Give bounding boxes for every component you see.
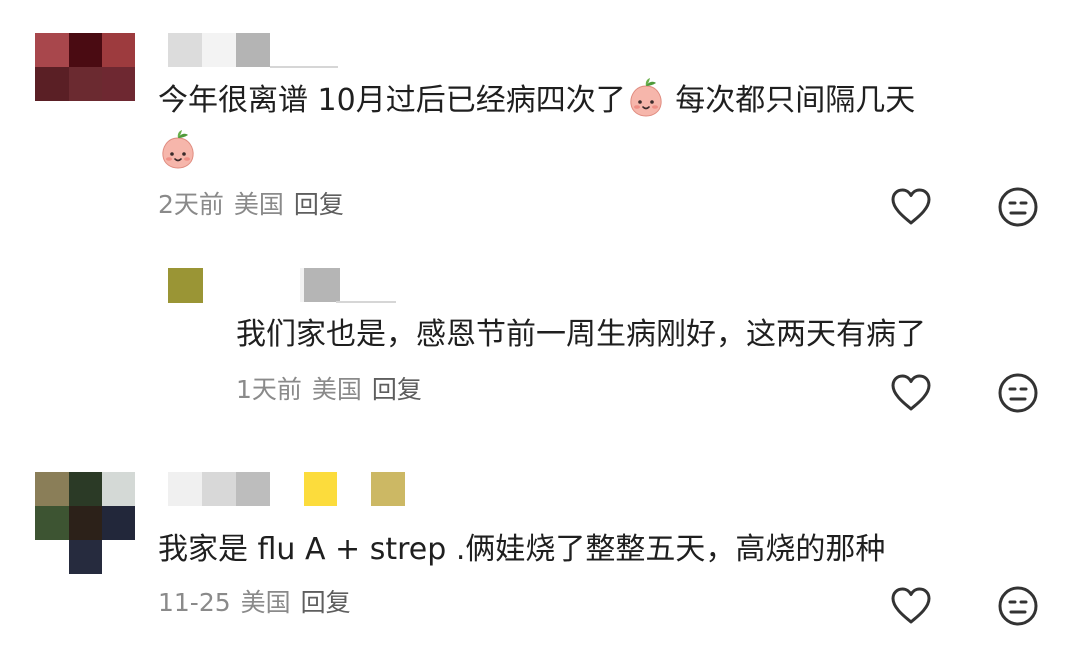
avatar[interactable] — [168, 268, 203, 303]
avatar[interactable] — [35, 472, 135, 574]
comment-time: 11-25 — [158, 588, 231, 617]
peach-face-emoji-icon — [162, 130, 194, 169]
heart-outline-icon[interactable] — [888, 370, 934, 416]
comment-location: 美国 — [233, 190, 284, 219]
heart-outline-icon[interactable] — [888, 583, 934, 629]
peach-face-emoji-icon — [630, 78, 662, 117]
comment-text: 今年很离谱 10月过后已经病四次了 每次都只间隔几天 — [158, 76, 915, 121]
reply-button[interactable]: 回复 — [301, 588, 351, 617]
comment-meta: 2天前 美国 回复 — [158, 190, 354, 220]
reply-meta: 1天前 美国 回复 — [236, 375, 432, 405]
neutral-face-icon[interactable] — [995, 184, 1041, 230]
heart-outline-icon[interactable] — [888, 184, 934, 230]
neutral-face-icon[interactable] — [995, 370, 1041, 416]
comment-text-part2: 每次都只间隔几天 — [665, 83, 916, 118]
comment-time: 2天前 — [158, 190, 224, 219]
username-pixelated[interactable] — [300, 268, 400, 306]
username-pixelated[interactable] — [168, 472, 408, 508]
avatar[interactable] — [35, 33, 135, 101]
reply-text: 我们家也是，感恩节前一周生病刚好，这两天有病了 — [236, 317, 926, 352]
reply-location: 美国 — [311, 375, 362, 404]
comment-text: 我家是 flu A + strep .俩娃烧了整整五天，高烧的那种 — [158, 532, 886, 567]
neutral-face-icon[interactable] — [995, 583, 1041, 629]
reply-button[interactable]: 回复 — [294, 190, 344, 219]
reply-time: 1天前 — [236, 375, 302, 404]
comment-meta: 11-25 美国 回复 — [158, 588, 361, 618]
comment-text-line2 — [158, 128, 198, 173]
comment-location: 美国 — [240, 588, 291, 617]
comment-text-part1: 今年很离谱 10月过后已经病四次了 — [158, 83, 626, 118]
username-pixelated[interactable] — [168, 33, 338, 69]
reply-button[interactable]: 回复 — [372, 375, 422, 404]
